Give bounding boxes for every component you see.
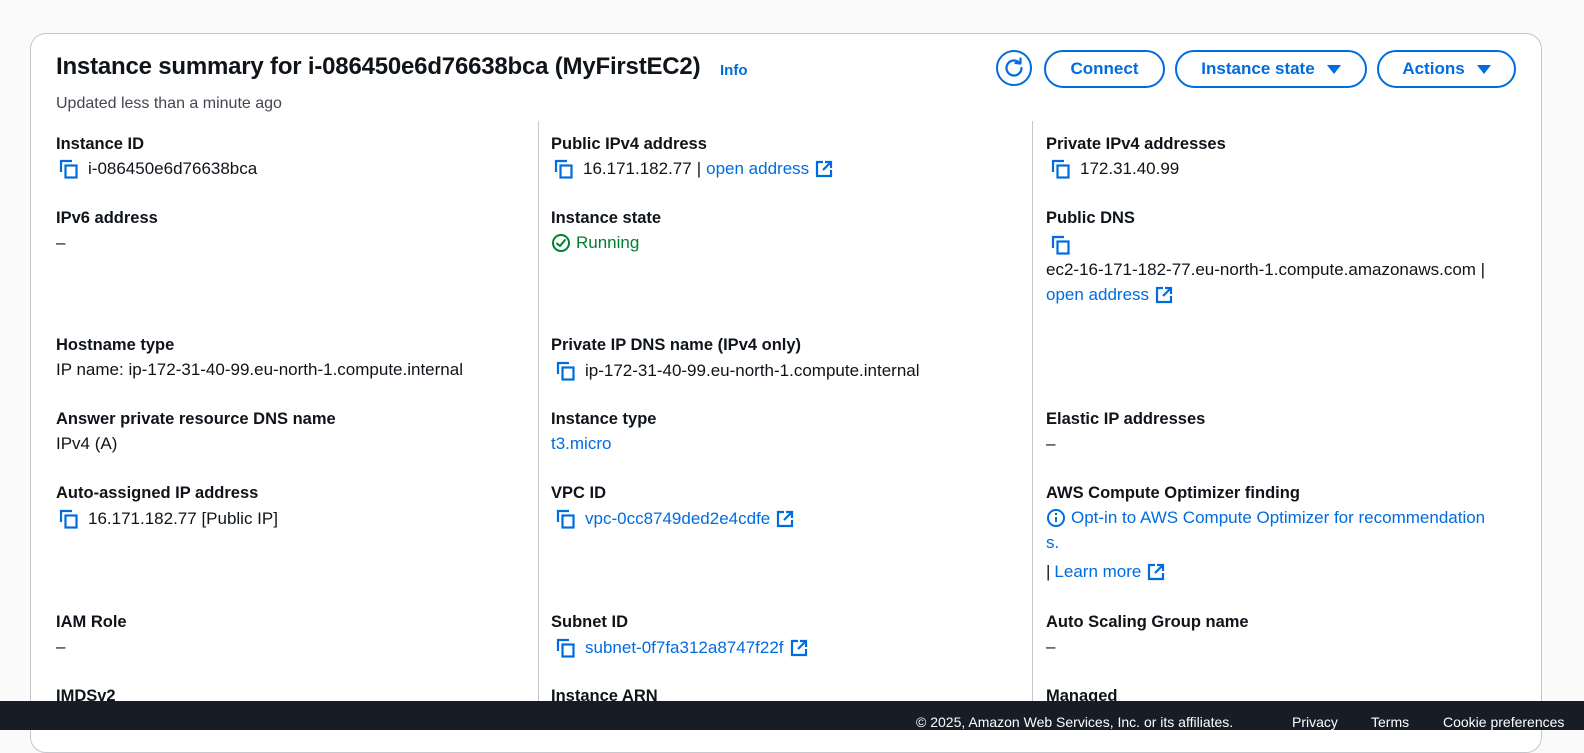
copy-icon[interactable] [555, 637, 577, 659]
refresh-icon [1005, 57, 1023, 77]
public-dns-label: Public DNS [1046, 209, 1135, 227]
public-ipv4-label: Public IPv4 address [551, 135, 707, 153]
auto-ip-text: 16.171.182.77 [Public IP] [88, 509, 278, 528]
ipv6-label: IPv6 address [56, 209, 158, 227]
public-dns-value: ec2-16-171-182-77.eu-north-1.compute.ama… [1046, 260, 1486, 279]
instance-type-link[interactable]: t3.micro [551, 434, 611, 454]
updated-text: Updated less than a minute ago [56, 95, 282, 112]
column-divider [538, 121, 539, 721]
refresh-button[interactable] [996, 50, 1032, 86]
answer-dns-value: IPv4 (A) [56, 434, 118, 453]
instance-state-button-label: Instance state [1201, 59, 1315, 78]
caret-down-icon [1326, 64, 1341, 74]
actions-button[interactable]: Actions [1377, 50, 1516, 88]
public-dns-open: open address [1046, 285, 1173, 305]
private-dns-value: ip-172-31-40-99.eu-north-1.compute.inter… [555, 360, 920, 382]
vpc-id-value: vpc-0cc8749ded2e4cdfe [555, 508, 794, 530]
connect-button[interactable]: Connect [1044, 50, 1165, 88]
copy-icon[interactable] [58, 158, 80, 180]
external-link-icon [1155, 286, 1173, 304]
instance-type-label: Instance type [551, 410, 657, 428]
asg-value: – [1046, 637, 1056, 656]
public-ipv4-value: 16.171.182.77 | open address [553, 158, 833, 180]
copy-icon[interactable] [1050, 158, 1072, 180]
elastic-ip-value: – [1046, 434, 1056, 453]
instance-id-value: i-086450e6d76638bca [58, 158, 257, 180]
asg-label: Auto Scaling Group name [1046, 613, 1249, 631]
check-circle-icon [552, 234, 570, 252]
separator: | [696, 159, 702, 178]
iam-role-value: – [56, 637, 66, 656]
actions-button-label: Actions [1402, 59, 1465, 78]
private-ipv4-value: 172.31.40.99 [1050, 158, 1179, 180]
external-link-icon [777, 510, 794, 528]
ipv6-value: – [56, 233, 66, 252]
auto-ip-value: 16.171.182.77 [Public IP] [58, 508, 278, 530]
hostname-type-label: Hostname type [56, 336, 175, 354]
open-address-link[interactable]: open address [706, 159, 809, 179]
optimizer-link[interactable]: Opt-in to AWS Compute Optimizer for reco… [1071, 508, 1485, 528]
copyright-text: © 2025, Amazon Web Services, Inc. or its… [916, 714, 1234, 730]
connect-button-label: Connect [1070, 59, 1139, 78]
subnet-id-value: subnet-0f7fa312a8747f22f [555, 637, 808, 659]
instance-id-label: Instance ID [56, 135, 145, 153]
copy-icon[interactable] [58, 508, 80, 530]
iam-role-label: IAM Role [56, 613, 127, 631]
vpc-id-link[interactable]: vpc-0cc8749ded2e4cdfe [585, 509, 770, 529]
copy-icon[interactable] [553, 158, 575, 180]
optimizer-link-line2[interactable]: s. [1046, 533, 1059, 553]
copy-icon[interactable] [555, 360, 577, 382]
separator: | [1046, 562, 1051, 581]
info-link[interactable]: Info [720, 62, 748, 79]
vpc-id-label: VPC ID [551, 484, 607, 502]
subnet-id-link[interactable]: subnet-0f7fa312a8747f22f [585, 638, 784, 658]
caret-down-icon [1476, 64, 1491, 74]
private-ipv4-label: Private IPv4 addresses [1046, 135, 1226, 153]
cookie-preferences-link[interactable]: Cookie preferences [1443, 714, 1564, 730]
page-title: Instance summary for i-086450e6d76638bca… [56, 53, 701, 80]
open-address-link[interactable]: open address [1046, 285, 1149, 305]
external-link-icon [816, 160, 833, 178]
auto-ip-label: Auto-assigned IP address [56, 484, 259, 502]
terms-link[interactable]: Terms [1371, 714, 1409, 730]
learn-more-row: | Learn more [1046, 562, 1165, 582]
copy-icon[interactable] [555, 508, 577, 530]
answer-dns-label: Answer private resource DNS name [56, 410, 336, 428]
public-ipv4-text: 16.171.182.77 [583, 159, 692, 178]
instance-id-text: i-086450e6d76638bca [88, 159, 258, 178]
instance-state-text: Running [576, 233, 640, 252]
subnet-id-label: Subnet ID [551, 613, 628, 631]
optimizer-label: AWS Compute Optimizer finding [1046, 484, 1300, 502]
hostname-type-value: IP name: ip-172-31-40-99.eu-north-1.comp… [56, 360, 463, 379]
elastic-ip-label: Elastic IP addresses [1046, 410, 1206, 428]
instance-state-label: Instance state [551, 209, 662, 227]
instance-state-button[interactable]: Instance state [1175, 50, 1367, 88]
footer-bar: © 2025, Amazon Web Services, Inc. or its… [0, 701, 1584, 730]
copy-icon[interactable] [1050, 234, 1072, 256]
private-ipv4-text: 172.31.40.99 [1080, 159, 1180, 178]
external-link-icon [1148, 563, 1165, 581]
optimizer-line1: Opt-in to AWS Compute Optimizer for reco… [1046, 508, 1485, 528]
column-divider [1032, 121, 1033, 721]
private-dns-label: Private IP DNS name (IPv4 only) [551, 336, 802, 354]
learn-more-link[interactable]: Learn more [1054, 562, 1141, 582]
privacy-link[interactable]: Privacy [1292, 714, 1338, 730]
instance-state-value: Running [551, 233, 639, 253]
private-dns-text: ip-172-31-40-99.eu-north-1.compute.inter… [585, 361, 920, 380]
external-link-icon [790, 639, 807, 657]
info-circle-icon [1047, 509, 1065, 527]
